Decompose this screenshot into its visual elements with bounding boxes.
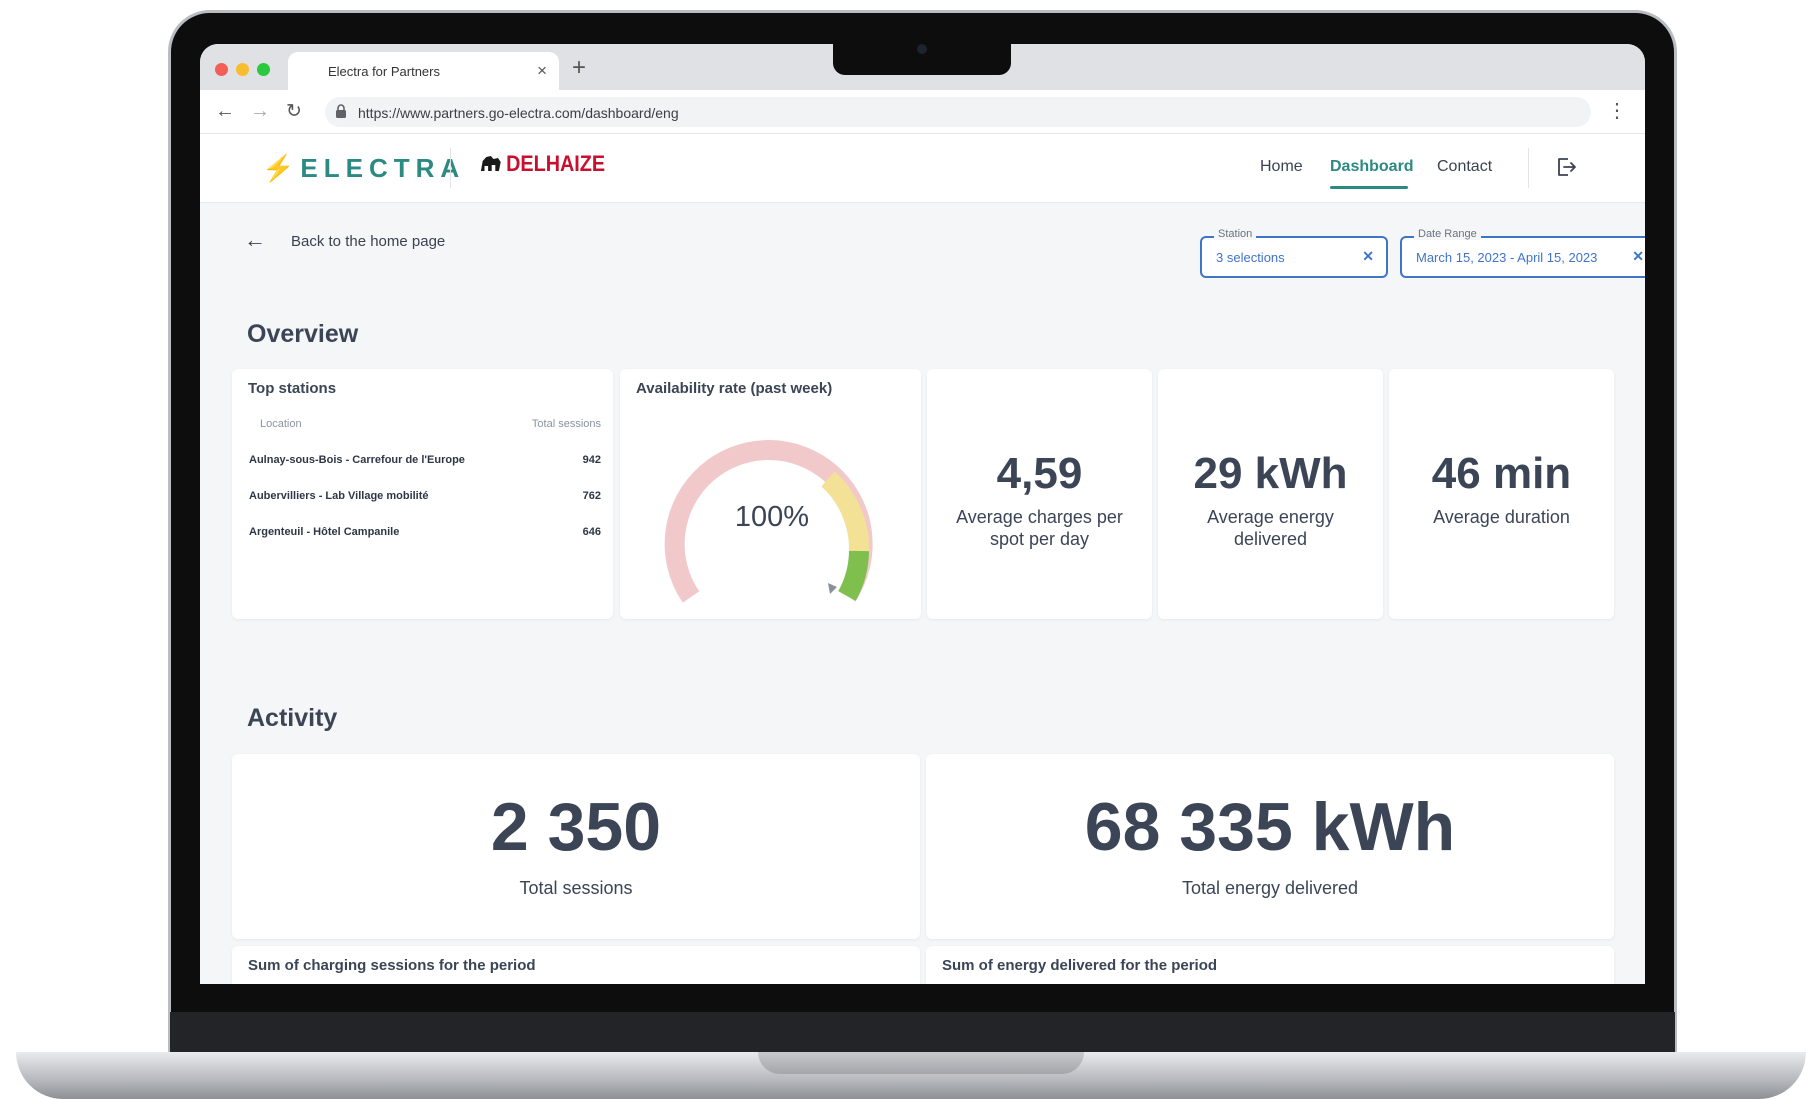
kpi-card-energy: 29 kWh Average energy delivered	[1158, 369, 1383, 619]
sessions-chart-title: Sum of charging sessions for the period	[248, 957, 536, 974]
energy-chart-card: Sum of energy delivered for the period	[926, 946, 1614, 984]
total-energy-card: 68 335 kWh Total energy delivered	[926, 754, 1614, 939]
kpi-value: 46 min	[1431, 449, 1572, 498]
sessions-column-header: Total sessions	[531, 418, 601, 430]
kpi-label: Average duration	[1433, 507, 1570, 527]
back-to-home-link[interactable]: Back to the home page	[291, 233, 445, 250]
nav-home[interactable]: Home	[1260, 158, 1303, 176]
nav-active-indicator	[1330, 186, 1408, 189]
station-row-location: Aulnay-sous-Bois - Carrefour de l'Europe	[249, 454, 465, 466]
kpi-card-duration: 46 min Average duration	[1389, 369, 1614, 619]
clear-station-icon[interactable]: ✕	[1362, 248, 1374, 265]
url-text: https://www.partners.go-electra.com/dash…	[358, 105, 679, 121]
station-filter-value: 3 selections	[1216, 250, 1285, 265]
availability-card: Availability rate (past week) 100%	[620, 369, 921, 619]
kpi-label: Average energy delivered	[1207, 507, 1334, 549]
lion-icon	[480, 156, 501, 171]
date-range-label: Date Range	[1414, 228, 1481, 240]
kpi-value: 4,59	[996, 449, 1083, 498]
overview-title: Overview	[247, 320, 359, 348]
station-row-sessions: 942	[582, 454, 601, 466]
camera-notch	[833, 44, 1011, 75]
gauge-needle-icon	[828, 583, 837, 594]
app-header: ⚡ ELECTRA DELHAIZE Home Dashboard Contact	[200, 134, 1645, 203]
station-row-sessions: 646	[582, 526, 601, 538]
kpi-card-charges: 4,59 Average charges per spot per day	[927, 369, 1152, 619]
date-range-filter[interactable]: Date Range March 15, 2023 - April 15, 20…	[1400, 228, 1645, 278]
header-divider	[450, 148, 451, 188]
total-energy-label: Total energy delivered	[1181, 878, 1359, 898]
maximize-window-button[interactable]	[257, 63, 270, 76]
location-column-header: Location	[260, 418, 302, 430]
lock-icon	[336, 104, 346, 118]
close-tab-icon[interactable]: ×	[537, 61, 547, 81]
sessions-chart-card: Sum of charging sessions for the period	[232, 946, 920, 984]
back-icon[interactable]: ←	[215, 100, 235, 123]
tab-title: Electra for Partners	[328, 64, 440, 79]
availability-title: Availability rate (past week)	[636, 380, 833, 397]
screen: Electra for Partners × + ← → ↻ https://w…	[200, 44, 1645, 984]
total-sessions-label: Total sessions	[519, 878, 633, 898]
date-range-value: March 15, 2023 - April 15, 2023	[1416, 250, 1598, 265]
top-stations-card: Top stations Location Total sessions Aul…	[232, 369, 613, 619]
total-sessions-card: 2 350 Total sessions	[232, 754, 920, 939]
electra-logo[interactable]: ⚡ ELECTRA	[262, 153, 465, 184]
availability-gauge: 100%	[664, 440, 873, 603]
station-row-sessions: 762	[582, 490, 601, 502]
activity-title: Activity	[247, 704, 338, 732]
delhaize-logo: DELHAIZE	[480, 151, 605, 177]
browser-toolbar: ← → ↻ https://www.partners.go-electra.co…	[200, 90, 1645, 134]
kpi-value: 29 kWh	[1193, 449, 1348, 498]
station-filter[interactable]: Station 3 selections ✕	[1200, 228, 1388, 278]
forward-icon[interactable]: →	[250, 100, 270, 123]
back-arrow-icon[interactable]: ←	[244, 227, 266, 253]
total-sessions-value: 2 350	[490, 789, 662, 865]
nav-dashboard[interactable]: Dashboard	[1330, 158, 1414, 176]
close-window-button[interactable]	[215, 63, 228, 76]
laptop-hinge	[170, 1012, 1675, 1054]
new-tab-icon[interactable]: +	[572, 54, 586, 82]
minimize-window-button[interactable]	[236, 63, 249, 76]
address-bar[interactable]: https://www.partners.go-electra.com/dash…	[325, 97, 1591, 127]
kpi-label: Average charges per spot per day	[956, 507, 1123, 549]
nav-contact[interactable]: Contact	[1437, 158, 1492, 176]
browser-tab[interactable]: Electra for Partners ×	[288, 52, 559, 90]
availability-value: 100%	[735, 501, 809, 533]
reload-icon[interactable]: ↻	[286, 100, 302, 123]
browser-menu-icon[interactable]: ⋮	[1607, 98, 1627, 123]
total-energy-value: 68 335 kWh	[1084, 789, 1456, 865]
nav-divider	[1528, 148, 1529, 188]
gauge-track-high	[838, 550, 869, 601]
energy-chart-title: Sum of energy delivered for the period	[942, 957, 1218, 974]
camera-icon	[917, 44, 927, 54]
top-stations-title: Top stations	[248, 380, 337, 397]
laptop-base-notch	[758, 1052, 1084, 1074]
clear-date-icon[interactable]: ✕	[1632, 248, 1644, 265]
bolt-icon: ⚡	[262, 153, 295, 183]
station-row-location: Aubervilliers - Lab Village mobilité	[249, 490, 429, 502]
station-filter-label: Station	[1214, 228, 1257, 240]
logout-icon[interactable]	[1555, 156, 1577, 178]
station-row-location: Argenteuil - Hôtel Campanile	[249, 526, 400, 538]
